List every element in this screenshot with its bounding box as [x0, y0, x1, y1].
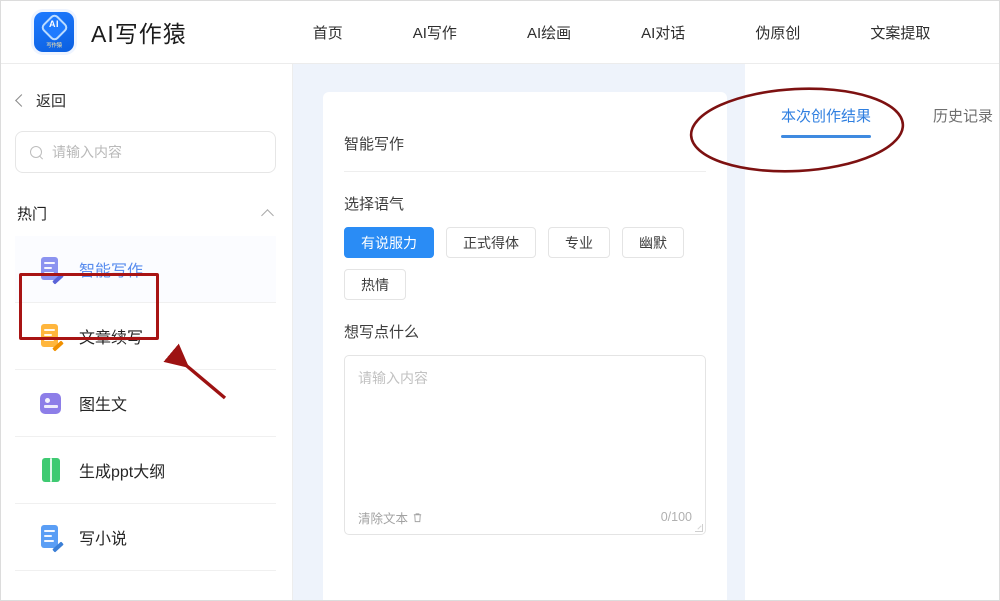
logo-sub-text: 写作猿 — [34, 41, 74, 49]
char-counter: 0/100 — [661, 510, 692, 524]
nav-copy-extract[interactable]: 文案提取 — [870, 22, 930, 43]
sidebar-search-box[interactable] — [15, 131, 276, 173]
brand[interactable]: AI 写作猿 AI写作猿 — [34, 12, 187, 52]
trash-icon — [412, 512, 423, 523]
clear-text-label: 清除文本 — [358, 508, 408, 527]
sidebar-item-label: 图生文 — [79, 391, 127, 415]
nav-ai-writing[interactable]: AI写作 — [413, 22, 457, 43]
sidebar-item-label: 写小说 — [79, 525, 127, 549]
document-pencil-icon — [37, 255, 65, 283]
tone-chip-formal[interactable]: 正式得体 — [446, 227, 536, 258]
form-divider — [344, 171, 706, 172]
tone-chip-professional[interactable]: 专业 — [548, 227, 610, 258]
tone-chip-persuasive[interactable]: 有说服力 — [344, 227, 434, 258]
tab-current-result[interactable]: 本次创作结果 — [781, 105, 871, 138]
document-blue-icon — [37, 523, 65, 551]
sidebar-item-smart-writing[interactable]: 智能写作 — [15, 236, 276, 303]
brand-title: AI写作猿 — [91, 15, 187, 49]
clear-text-button[interactable]: 清除文本 — [358, 508, 423, 527]
prompt-textarea[interactable] — [345, 356, 705, 498]
sidebar-menu-list: 智能写作 文章续写 图生文 — [1, 236, 292, 571]
nav-ai-painting[interactable]: AI绘画 — [527, 22, 571, 43]
panel-gap — [727, 64, 745, 601]
sidebar-group-title: 热门 — [17, 203, 47, 224]
sidebar-item-label: 生成ppt大纲 — [79, 458, 165, 482]
search-icon — [30, 146, 43, 159]
tab-history[interactable]: 历史记录 — [933, 105, 993, 138]
sidebar-item-image-to-text[interactable]: 图生文 — [15, 370, 276, 437]
textarea-footer: 清除文本 0/100 — [345, 500, 705, 534]
top-header: AI 写作猿 AI写作猿 首页 AI写作 AI绘画 AI对话 伪原创 文案提取 — [1, 1, 1000, 64]
tone-chip-group: 有说服力 正式得体 专业 幽默 热情 — [344, 227, 706, 311]
prompt-textarea-wrap[interactable]: 清除文本 0/100 — [344, 355, 706, 535]
writing-form-card: 智能写作 选择语气 有说服力 正式得体 专业 幽默 热情 想写点什么 清除文本 — [323, 92, 727, 601]
nav-pseudo-original[interactable]: 伪原创 — [755, 22, 800, 43]
logo-ai-text: AI — [34, 19, 74, 29]
search-input[interactable] — [52, 144, 275, 160]
app-logo-icon: AI 写作猿 — [34, 12, 74, 52]
left-sidebar: 返回 热门 智能写作 — [1, 64, 293, 601]
content-area: 智能写作 选择语气 有说服力 正式得体 专业 幽默 热情 想写点什么 清除文本 — [293, 64, 1000, 601]
tone-chip-humorous[interactable]: 幽默 — [622, 227, 684, 258]
sidebar-item-label: 智能写作 — [79, 257, 143, 281]
main-nav: 首页 AI写作 AI绘画 AI对话 伪原创 文案提取 — [313, 22, 931, 43]
sidebar-item-ppt-outline[interactable]: 生成ppt大纲 — [15, 437, 276, 504]
nav-home[interactable]: 首页 — [313, 22, 343, 43]
book-green-icon — [37, 456, 65, 484]
chevron-left-icon — [15, 94, 28, 107]
result-tabs: 本次创作结果 历史记录 — [745, 64, 1000, 138]
form-title: 智能写作 — [344, 133, 727, 154]
sidebar-group-hot[interactable]: 热门 — [17, 203, 272, 224]
prompt-label: 想写点什么 — [344, 321, 727, 342]
resize-handle[interactable] — [695, 524, 703, 532]
image-to-text-icon — [37, 389, 65, 417]
back-button[interactable]: 返回 — [17, 90, 292, 111]
app-window: AI 写作猿 AI写作猿 首页 AI写作 AI绘画 AI对话 伪原创 文案提取 … — [0, 0, 1000, 601]
tone-chip-enthusiastic[interactable]: 热情 — [344, 269, 406, 300]
document-orange-icon — [37, 322, 65, 350]
back-label: 返回 — [36, 90, 66, 111]
chevron-up-icon[interactable] — [261, 209, 274, 222]
result-panel: 本次创作结果 历史记录 — [745, 64, 1000, 601]
tone-label: 选择语气 — [344, 193, 727, 214]
sidebar-item-write-novel[interactable]: 写小说 — [15, 504, 276, 571]
nav-ai-chat[interactable]: AI对话 — [641, 22, 685, 43]
sidebar-item-article-continuation[interactable]: 文章续写 — [15, 303, 276, 370]
sidebar-item-label: 文章续写 — [79, 324, 143, 348]
